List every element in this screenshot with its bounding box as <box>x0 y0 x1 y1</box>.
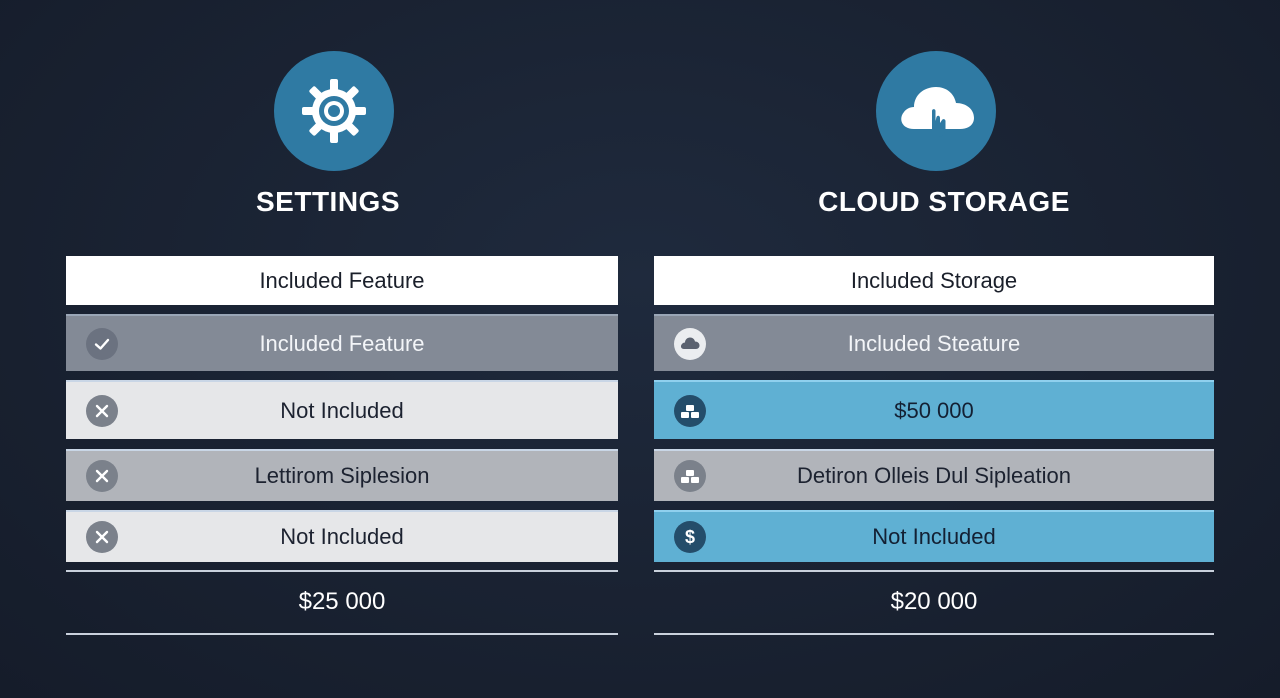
settings-row-4[interactable]: Not Included <box>66 510 618 562</box>
cloud-icon <box>674 327 706 360</box>
cloud-storage-row-2-label: $50 000 <box>894 397 974 423</box>
stack-icon <box>674 394 706 427</box>
stack-icon <box>674 460 706 492</box>
cloud-storage-row-3[interactable]: Detiron Olleis Dul Sipleation <box>654 449 1214 501</box>
cloud-storage-price: $20 000 <box>890 588 978 615</box>
cloud-storage-row-1-label: Included Steature <box>847 330 1021 356</box>
settings-header-row: Included Feature <box>66 256 618 305</box>
settings-price-divider-top <box>66 570 618 572</box>
x-icon <box>86 460 118 492</box>
comparison-page: SETTINGS Included Feature Included Featu… <box>0 0 1280 698</box>
cloud-storage-header-label: Included Storage <box>850 267 1018 293</box>
settings-header-label: Included Feature <box>259 267 425 293</box>
cloud-storage-title: CLOUD STORAGE <box>818 186 1070 217</box>
settings-title: SETTINGS <box>255 186 400 217</box>
cloud-storage-row-2[interactable]: $50 000 <box>654 380 1214 439</box>
dollar-icon: $ <box>674 521 706 553</box>
cloud-storage-row-4[interactable]: $ Not Included <box>654 510 1214 562</box>
x-icon <box>86 521 118 553</box>
settings-row-3[interactable]: Lettirom Siplesion <box>66 449 618 501</box>
cloud-storage-row-3-label: Detiron Olleis Dul Sipleation <box>797 463 1071 488</box>
cloud-storage-price-divider-bottom <box>654 633 1214 635</box>
cloud-upload-icon <box>876 51 996 171</box>
cloud-storage-price-divider-top <box>654 570 1214 572</box>
settings-row-1[interactable]: Included Feature <box>66 314 618 371</box>
settings-price: $25 000 <box>298 588 386 615</box>
settings-row-2[interactable]: Not Included <box>66 380 618 439</box>
cloud-storage-header-row: Included Storage <box>654 256 1214 305</box>
cloud-storage-row-1[interactable]: Included Steature <box>654 314 1214 371</box>
check-icon <box>86 327 118 360</box>
svg-text:$: $ <box>685 527 695 547</box>
settings-price-divider-bottom <box>66 633 618 635</box>
settings-row-1-label: Included Feature <box>259 330 425 356</box>
settings-row-2-label: Not Included <box>280 397 404 423</box>
cloud-storage-row-4-label: Not Included <box>872 524 996 549</box>
x-icon <box>86 394 118 427</box>
settings-row-4-label: Not Included <box>280 524 404 549</box>
gear-icon <box>274 51 394 171</box>
settings-row-3-label: Lettirom Siplesion <box>254 463 430 488</box>
